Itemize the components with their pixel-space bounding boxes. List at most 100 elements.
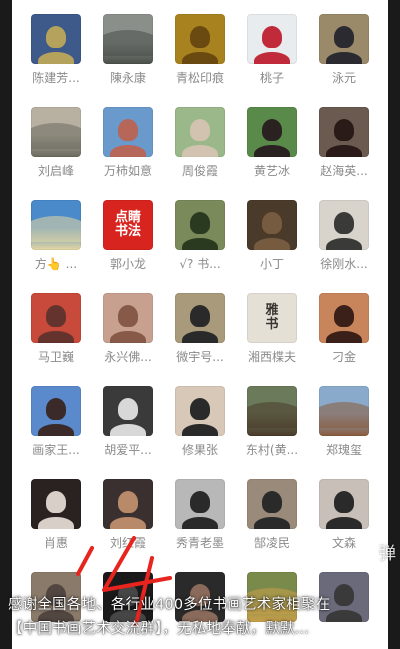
member-item[interactable]: 周俊霞 xyxy=(164,107,236,200)
avatar-person-body xyxy=(38,52,74,64)
member-avatar[interactable] xyxy=(103,479,153,529)
avatar-person-body xyxy=(182,52,218,64)
member-item[interactable]: 泳元 xyxy=(308,14,380,107)
member-item[interactable]: 郑瑰玺 xyxy=(308,386,380,479)
member-item[interactable]: 小丁 xyxy=(236,200,308,293)
member-item[interactable]: 雅 书湘西楪夫 xyxy=(236,293,308,386)
avatar-person-image xyxy=(190,305,210,327)
member-item[interactable]: 桃子 xyxy=(236,14,308,107)
member-avatar[interactable] xyxy=(103,107,153,157)
avatar-person-body xyxy=(38,517,74,529)
danmaku-toggle-button[interactable]: 弹 xyxy=(379,539,396,564)
member-item[interactable]: 画家王... xyxy=(20,386,92,479)
avatar-person-image xyxy=(334,119,354,141)
member-item[interactable]: 文森 xyxy=(308,479,380,572)
member-avatar[interactable] xyxy=(319,14,369,64)
member-item[interactable]: 永兴佛... xyxy=(92,293,164,386)
member-avatar[interactable] xyxy=(319,386,369,436)
member-item[interactable]: 万柿如意 xyxy=(92,107,164,200)
member-avatar[interactable] xyxy=(175,293,225,343)
member-avatar[interactable]: 点睛 书法 xyxy=(103,200,153,250)
member-item[interactable]: 东村(黄... xyxy=(236,386,308,479)
member-avatar[interactable] xyxy=(31,200,81,250)
member-item[interactable]: 陈建芳... xyxy=(20,14,92,107)
member-name: √? 书... xyxy=(179,257,221,271)
member-name: 刁金 xyxy=(331,350,356,364)
member-avatar[interactable] xyxy=(31,14,81,64)
member-item[interactable]: 赵海英... xyxy=(308,107,380,200)
avatar-person-body xyxy=(326,331,362,343)
member-item[interactable]: 青松印痕 xyxy=(164,14,236,107)
member-avatar[interactable] xyxy=(247,200,297,250)
avatar-person-body xyxy=(254,517,290,529)
member-item[interactable]: √? 书... xyxy=(164,200,236,293)
member-name: 肖惠 xyxy=(43,536,68,550)
member-item[interactable]: 秀青老墨 xyxy=(164,479,236,572)
member-name: 胡爱平... xyxy=(104,443,152,457)
avatar-landscape-image xyxy=(103,30,153,56)
member-avatar[interactable] xyxy=(319,107,369,157)
avatar-landscape-image xyxy=(31,123,81,149)
member-item[interactable]: 微宇号... xyxy=(164,293,236,386)
avatar-person-image xyxy=(334,305,354,327)
member-grid: 陈建芳... 陳永康 青松印痕 桃子 泳元刘启峰 万柿如意 周俊霞 黄艺冰 赵海英... 方👆 .… xyxy=(20,14,380,649)
member-avatar[interactable] xyxy=(31,479,81,529)
member-avatar[interactable] xyxy=(175,107,225,157)
member-avatar[interactable] xyxy=(175,14,225,64)
member-avatar[interactable] xyxy=(175,386,225,436)
avatar-person-body xyxy=(182,238,218,250)
video-caption: 感谢全国各地、各行业400多位书画艺术家相聚在 【中国书画艺术交流群】，无私地奉… xyxy=(8,593,392,641)
member-item[interactable]: 刁金 xyxy=(308,293,380,386)
avatar-person-image xyxy=(334,491,354,513)
avatar-person-body xyxy=(182,424,218,436)
member-avatar[interactable]: 雅 书 xyxy=(247,293,297,343)
member-item[interactable]: 马卫巍 xyxy=(20,293,92,386)
member-name: 徐刚水... xyxy=(320,257,368,271)
avatar-person-body xyxy=(326,517,362,529)
member-item[interactable]: 郜凌民 xyxy=(236,479,308,572)
avatar-person-image xyxy=(262,119,282,141)
member-item[interactable]: 方👆 ... xyxy=(20,200,92,293)
member-avatar[interactable] xyxy=(103,293,153,343)
member-avatar[interactable] xyxy=(247,14,297,64)
avatar-person-image xyxy=(262,212,282,234)
member-avatar[interactable] xyxy=(31,386,81,436)
avatar-person-body xyxy=(254,145,290,157)
member-avatar[interactable] xyxy=(247,386,297,436)
member-name: 万柿如意 xyxy=(103,164,152,178)
member-name: 青松印痕 xyxy=(175,71,224,85)
member-item[interactable]: 徐刚水... xyxy=(308,200,380,293)
member-name: 郭小龙 xyxy=(109,257,146,271)
avatar-person-body xyxy=(38,331,74,343)
member-item[interactable]: 点睛 书法 郭小龙 xyxy=(92,200,164,293)
member-name: 桃子 xyxy=(259,71,284,85)
member-item[interactable]: 黄艺冰 xyxy=(236,107,308,200)
member-avatar[interactable] xyxy=(31,107,81,157)
avatar-person-body xyxy=(326,52,362,64)
avatar-person-image xyxy=(118,119,138,141)
member-name: 刘红霞 xyxy=(109,536,146,550)
member-avatar[interactable] xyxy=(319,293,369,343)
member-avatar[interactable] xyxy=(175,200,225,250)
member-name: 东村(黄... xyxy=(245,443,299,457)
member-name: 周俊霞 xyxy=(181,164,218,178)
member-avatar[interactable] xyxy=(247,479,297,529)
member-name: 修果张 xyxy=(181,443,218,457)
member-avatar[interactable] xyxy=(175,479,225,529)
member-avatar[interactable] xyxy=(319,200,369,250)
member-item[interactable]: 胡爱平... xyxy=(92,386,164,479)
caption-line-1: 感谢全国各地、各行业400多位书画艺术家相聚在 xyxy=(8,597,331,613)
member-avatar[interactable] xyxy=(31,293,81,343)
member-item[interactable]: 刘红霞 xyxy=(92,479,164,572)
member-avatar[interactable] xyxy=(103,386,153,436)
member-avatar[interactable] xyxy=(103,14,153,64)
member-avatar[interactable] xyxy=(319,479,369,529)
member-item[interactable]: 肖惠 xyxy=(20,479,92,572)
member-name: 刘启峰 xyxy=(37,164,74,178)
member-item[interactable]: 陳永康 xyxy=(92,14,164,107)
avatar-landscape-image xyxy=(247,402,297,428)
member-avatar[interactable] xyxy=(247,107,297,157)
member-item[interactable]: 刘启峰 xyxy=(20,107,92,200)
member-item[interactable]: 修果张 xyxy=(164,386,236,479)
avatar-person-body xyxy=(110,517,146,529)
